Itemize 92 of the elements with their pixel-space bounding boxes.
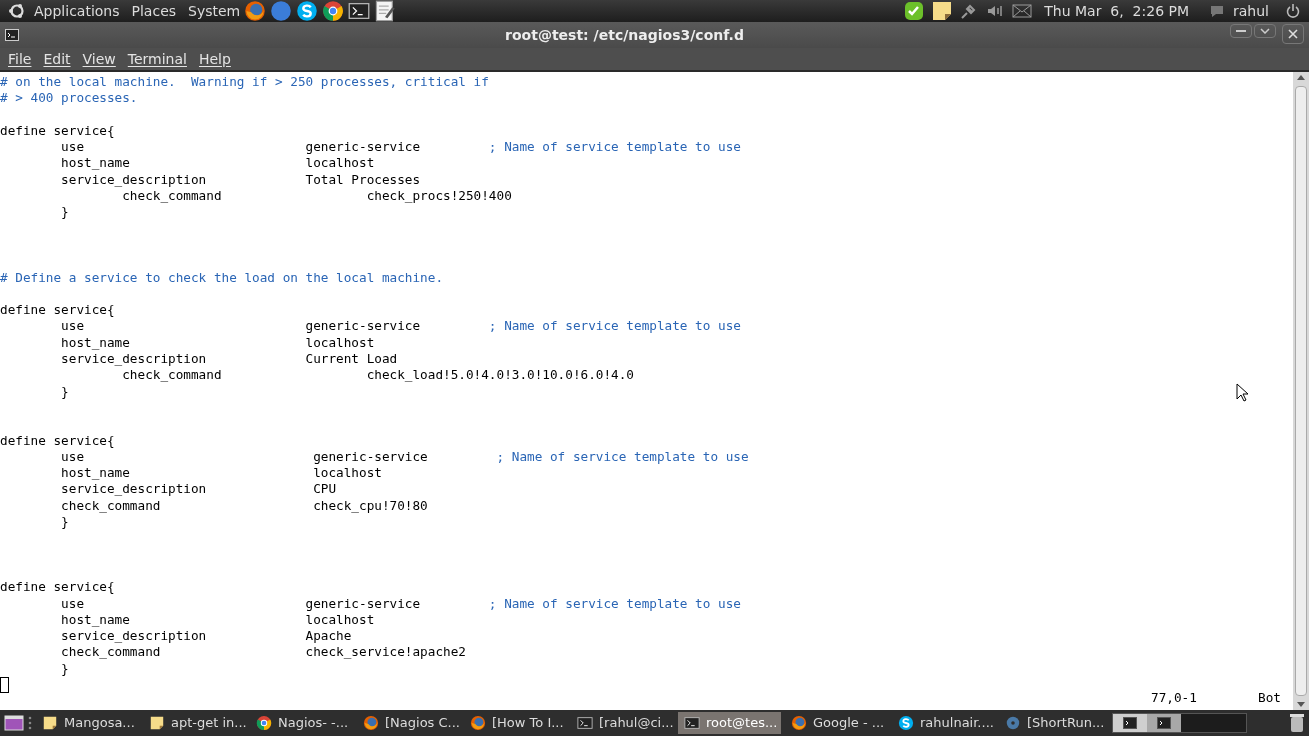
code-comment: # on the local machine. Warning if > 250 processes, critical if: [0, 74, 489, 91]
taskbar-button[interactable]: rahulnair....: [892, 712, 995, 734]
chrome-icon[interactable]: [322, 0, 345, 22]
code-line: use generic-service: [60, 318, 421, 335]
menu-item[interactable]: File: [8, 48, 32, 70]
code-line: define service{: [0, 302, 115, 319]
code-line: host_name localhost: [60, 611, 375, 629]
terminal-icon: [577, 715, 593, 731]
sticky-note-icon[interactable]: [932, 1, 953, 21]
taskbar-button[interactable]: Google - ...: [785, 712, 888, 734]
maximize-button[interactable]: [1254, 24, 1276, 38]
code-line: check_command check_cpu!70!80: [60, 497, 428, 514]
code-line: service_description Total Processes: [60, 171, 421, 189]
code-line: check_command check_procs!250!400: [121, 188, 512, 205]
terminal-icon[interactable]: [348, 0, 371, 22]
code-line: service_description Apache: [60, 628, 352, 645]
taskbar-button[interactable]: root@tes...: [678, 712, 781, 734]
status-check-icon[interactable]: [904, 1, 925, 21]
window-title: root@test: /etc/nagios3/conf.d: [505, 27, 744, 43]
code-comment: # > 400 processes.: [0, 90, 138, 107]
scrollbar[interactable]: [1293, 72, 1309, 710]
taskbar-button[interactable]: Nagios- -...: [250, 712, 353, 734]
panel-menu[interactable]: Places: [131, 0, 177, 22]
skype-icon[interactable]: [296, 0, 319, 22]
terminal-icon: [1157, 717, 1171, 729]
user-name[interactable]: rahul: [1233, 0, 1269, 22]
menu-item[interactable]: Edit: [43, 48, 71, 70]
firefox-icon: [791, 715, 807, 731]
text-editor-icon[interactable]: [374, 0, 397, 22]
code-line: use generic-service: [60, 595, 421, 612]
firefox-icon: [363, 715, 379, 731]
code-comment: ; Name of service template to use: [487, 595, 741, 612]
menu-item[interactable]: Terminal: [127, 48, 187, 70]
workspace-switcher[interactable]: [1112, 713, 1247, 733]
close-icon: [1288, 29, 1298, 39]
code-line: service_description Current Load: [60, 351, 398, 368]
code-line: define service{: [0, 432, 115, 449]
code-line: define service{: [0, 122, 115, 140]
code-line: check_command check_load!5.0!4.0!3.0!10.0!6.0!4.0: [121, 367, 634, 384]
code-comment: # Define a service to check the load on the local machine.: [0, 269, 444, 286]
taskbar-button[interactable]: apt-get in...: [143, 712, 246, 734]
terminal-icon: [1123, 717, 1137, 729]
menu-item[interactable]: View: [82, 48, 116, 70]
drag-handle-icon: [28, 716, 32, 730]
firefox-icon: [470, 715, 486, 731]
ubuntu-logo-icon[interactable]: [8, 2, 26, 20]
close-button[interactable]: [1282, 24, 1304, 44]
trash-icon[interactable]: [1289, 713, 1305, 733]
taskbar-button[interactable]: [rahul@ci...: [571, 712, 674, 734]
code-line: }: [60, 660, 69, 677]
taskbar-button[interactable]: [ShortRun...: [999, 712, 1102, 734]
cursor-position: 77,0-1: [1151, 690, 1197, 707]
scroll-indicator: Bot: [1258, 690, 1281, 707]
code-line: }: [60, 204, 69, 221]
code-comment: ; Name of service template to use: [495, 448, 749, 466]
power-icon[interactable]: [1285, 3, 1301, 19]
skype-icon: [898, 715, 914, 731]
code-line: host_name localhost: [60, 334, 375, 352]
taskbar-button[interactable]: [Nagios C...: [357, 712, 460, 734]
chat-bubble-icon[interactable]: [1209, 3, 1225, 19]
code-line: check_command check_service!apache2: [60, 644, 466, 661]
scrollbar-thumb[interactable]: [1295, 86, 1307, 696]
menu-item[interactable]: Help: [198, 48, 231, 70]
terminal-icon: [684, 715, 700, 731]
sticky-note-icon: [42, 715, 58, 731]
code-line: use generic-service: [60, 139, 421, 156]
code-line: host_name localhost: [60, 155, 375, 172]
code-comment: ; Name of service template to use: [487, 139, 741, 156]
taskbar-button[interactable]: Mangosa...: [36, 712, 139, 734]
code-line: host_name localhost: [60, 465, 382, 482]
text-cursor: [0, 677, 9, 693]
panel-menu[interactable]: System: [188, 0, 241, 22]
disc-icon: [1005, 715, 1021, 731]
minimize-icon: [1236, 29, 1246, 33]
taskbar-button[interactable]: [How To I...: [464, 712, 567, 734]
code-line: use generic-service: [60, 448, 428, 466]
code-line: }: [60, 514, 69, 531]
code-comment: ; Name of service template to use: [487, 318, 741, 335]
mail-icon[interactable]: [1012, 3, 1033, 19]
code-line: }: [60, 383, 69, 400]
chrome-icon: [256, 715, 272, 731]
clock[interactable]: Thu Mar 6, 2:26 PM: [1044, 0, 1189, 22]
firefox-icon[interactable]: [244, 0, 267, 22]
show-desktop-icon[interactable]: [4, 714, 24, 732]
code-line: service_description CPU: [60, 481, 337, 498]
chevron-down-icon: [1260, 28, 1270, 34]
mouse-pointer-icon: [1236, 383, 1249, 402]
panel-menu[interactable]: Applications: [34, 0, 120, 22]
code-line: define service{: [0, 579, 115, 596]
terminal-icon: [5, 29, 19, 41]
minimize-button[interactable]: [1230, 24, 1252, 38]
sticky-note-icon: [149, 715, 165, 731]
